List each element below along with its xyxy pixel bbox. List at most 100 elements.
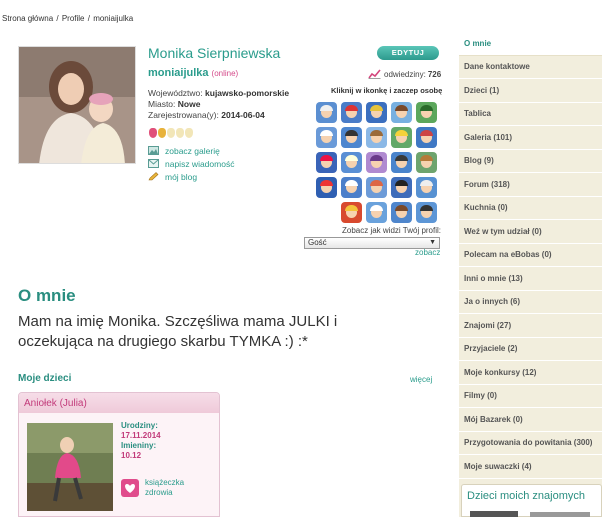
poke-icon[interactable]: [316, 177, 337, 198]
sidebar-item-participate[interactable]: Weź w tym udział (0): [459, 220, 602, 244]
sidebar-item-gallery[interactable]: Galeria (101): [459, 126, 602, 150]
poke-icon[interactable]: [316, 152, 337, 173]
poke-icon[interactable]: [366, 127, 387, 148]
sidebar-item-preparations[interactable]: Przygotowania do powitania (300): [459, 432, 602, 455]
poke-icon[interactable]: [416, 152, 437, 173]
sidebar-item-me-about-others[interactable]: Ja o innych (6): [459, 291, 602, 314]
friends-kids-title: Dzieci moich znajomych: [467, 490, 585, 502]
poke-hint: Kliknij w ikonkę i zaczep osobę: [331, 86, 443, 95]
profile-login: moniaijulka (online): [148, 67, 238, 79]
poke-icon[interactable]: [366, 102, 387, 123]
profile-photo[interactable]: [18, 46, 136, 164]
voivodeship-value: kujawsko-pomorskie: [205, 88, 290, 98]
poke-icon[interactable]: [341, 152, 362, 173]
blog-link-label: mój blog: [165, 171, 198, 182]
friends-kids-box: Dzieci moich znajomych: [461, 484, 602, 517]
city-label: Miasto:: [148, 99, 176, 109]
friends-kids-thumb[interactable]: [470, 511, 518, 517]
chart-icon: [368, 69, 381, 79]
message-link[interactable]: napisz wiadomość: [148, 157, 234, 170]
profile-sidebar: O mnie Dane kontaktowe Dzieci (1) Tablic…: [459, 32, 602, 517]
city-value: Nowe: [177, 99, 201, 109]
birthday-value: 17.11.2014: [121, 431, 161, 440]
poke-icon[interactable]: [391, 177, 412, 198]
profile-main: Monika Sierpniewska moniaijulka (online) …: [4, 32, 454, 517]
sidebar-item-others-about-me[interactable]: Inni o mnie (13): [459, 267, 602, 291]
visits-label: odwiedziny:: [384, 69, 426, 79]
sidebar-item-recommend[interactable]: Polecam na eBobas (0): [459, 244, 602, 267]
sidebar-item-friends[interactable]: Znajomi (27): [459, 314, 602, 338]
breadcrumb-current: moniaijulka: [93, 14, 134, 23]
poke-icon[interactable]: [341, 202, 362, 223]
child-photo[interactable]: [27, 423, 113, 511]
sidebar-item-kitchen[interactable]: Kuchnia (0): [459, 197, 602, 220]
badge-icon: [176, 128, 184, 138]
online-status: (online): [211, 69, 239, 78]
poke-icon[interactable]: [366, 152, 387, 173]
voivodeship-label: Województwo:: [148, 88, 203, 98]
poke-icon[interactable]: [416, 127, 437, 148]
poke-icon[interactable]: [391, 102, 412, 123]
poke-icon[interactable]: [341, 102, 362, 123]
poke-icon[interactable]: [316, 127, 337, 148]
poke-icon[interactable]: [366, 177, 387, 198]
poke-icon[interactable]: [391, 152, 412, 173]
poke-icon[interactable]: [416, 102, 437, 123]
sidebar-item-close-friends[interactable]: Przyjaciele (2): [459, 338, 602, 361]
city-row: Miasto: Nowe: [148, 99, 200, 109]
profile-photo-image: [19, 47, 135, 163]
birthday-label: Urodziny:: [121, 421, 158, 430]
blog-link[interactable]: mój blog: [148, 170, 234, 183]
poke-icon[interactable]: [316, 102, 337, 123]
friends-kids-name[interactable]: [530, 512, 590, 517]
breadcrumb-separator: /: [54, 14, 61, 23]
about-text: Mam na imię Monika. Szczęśliwa mama JULK…: [18, 313, 338, 350]
voivodeship-row: Województwo: kujawsko-pomorskie: [148, 88, 289, 98]
poke-icon[interactable]: [391, 202, 412, 223]
grid-spacer: [316, 202, 337, 223]
visits-value: 726: [427, 69, 442, 79]
sidebar-item-wall[interactable]: Tablica: [459, 103, 602, 126]
login-name[interactable]: moniaijulka: [148, 67, 209, 79]
badge-icon: [149, 128, 157, 138]
poke-icon[interactable]: [341, 127, 362, 148]
poke-icon[interactable]: [341, 177, 362, 198]
nameday-value: 10.12: [121, 451, 142, 460]
poke-icon[interactable]: [416, 202, 437, 223]
child-meta: Urodziny: 17.11.2014 Imieniny: 10.12: [121, 421, 161, 461]
sidebar-item-blog[interactable]: Blog (9): [459, 150, 602, 173]
badge-icon: [185, 128, 193, 138]
child-name[interactable]: Aniołek (Julia): [19, 393, 219, 413]
poke-icon[interactable]: [391, 127, 412, 148]
health-book-label: książeczka zdrowia: [145, 478, 185, 497]
health-book-link[interactable]: książeczka zdrowia: [121, 478, 185, 498]
chevron-down-icon: ▼: [429, 239, 436, 246]
sidebar-item-contact[interactable]: Dane kontaktowe: [459, 56, 602, 79]
breadcrumb-home[interactable]: Strona główna: [2, 14, 53, 23]
gallery-link[interactable]: zobacz galerię: [148, 144, 234, 157]
message-link-label: napisz wiadomość: [165, 158, 235, 169]
sidebar-item-forum[interactable]: Forum (318): [459, 173, 602, 197]
kids-title: Moje dzieci: [18, 373, 72, 384]
breadcrumb-separator: /: [85, 14, 93, 23]
view-as-button[interactable]: zobacz: [415, 248, 440, 257]
gallery-icon: [148, 146, 159, 155]
health-book-icon: [121, 479, 139, 497]
poke-icon[interactable]: [416, 177, 437, 198]
sidebar-item-kids[interactable]: Dzieci (1): [459, 79, 602, 103]
sidebar-item-about[interactable]: O mnie: [459, 32, 602, 56]
breadcrumb: Strona główna / Profile / moniaijulka: [2, 14, 133, 23]
registered-value: 2014-06-04: [221, 110, 265, 120]
sidebar-item-contests[interactable]: Moje konkursy (12): [459, 361, 602, 385]
view-as-selected: Gość: [308, 238, 327, 247]
sidebar-item-videos[interactable]: Filmy (0): [459, 385, 602, 408]
edit-profile-button[interactable]: EDYTUJ: [377, 46, 439, 60]
sidebar-item-bazaar[interactable]: Mój Bazarek (0): [459, 408, 602, 432]
about-title: O mnie: [18, 286, 76, 305]
child-card: Aniołek (Julia) Urodziny: 17.11.2014 Imi…: [18, 392, 220, 517]
kids-more-link[interactable]: więcej: [410, 375, 432, 384]
sidebar-item-tickers[interactable]: Moje suwaczki (4): [459, 455, 602, 479]
registered-row: Zarejestrowana(y): 2014-06-04: [148, 110, 265, 120]
poke-icon[interactable]: [366, 202, 387, 223]
breadcrumb-profile[interactable]: Profile: [62, 14, 85, 23]
